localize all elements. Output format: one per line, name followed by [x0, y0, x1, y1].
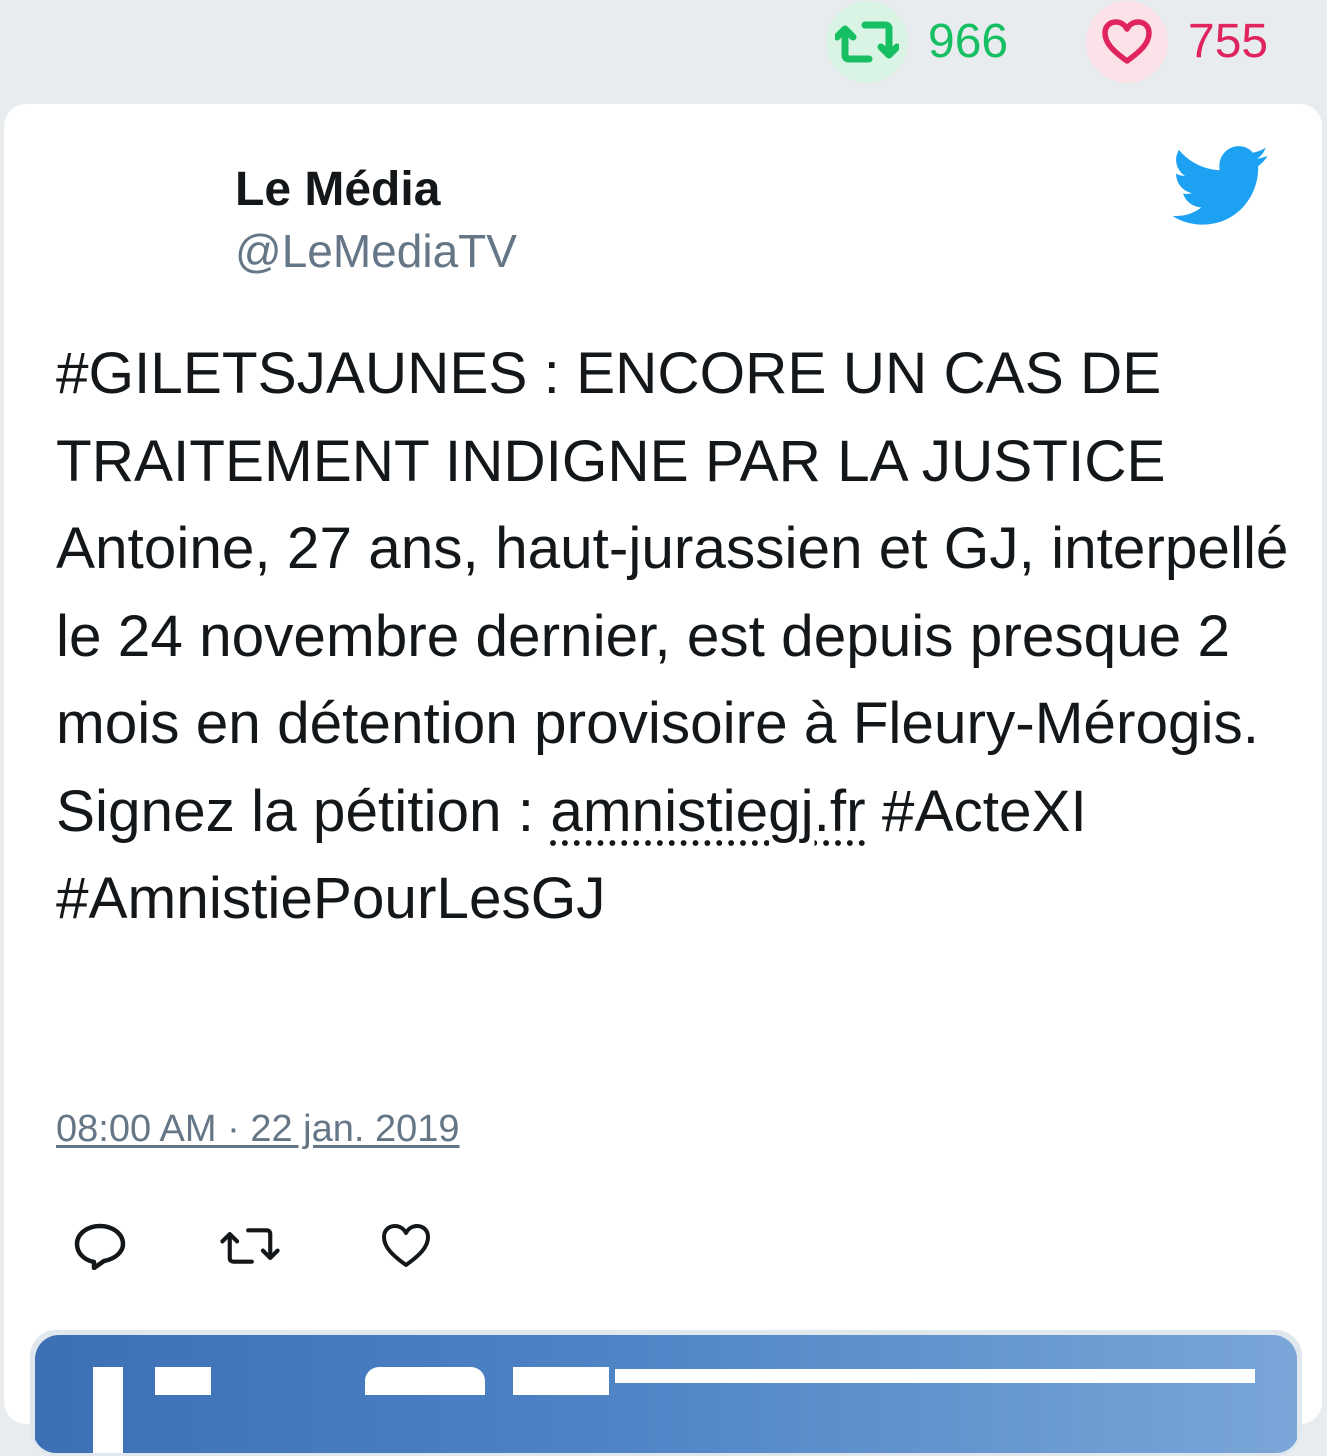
author-name[interactable]: Le Média	[235, 163, 440, 217]
retweet-count: 966	[928, 15, 1009, 68]
twitter-bird-icon[interactable]	[1172, 146, 1270, 228]
like-button[interactable]	[374, 1214, 438, 1278]
retweet-count-stat[interactable]: 966	[826, 0, 1008, 84]
heart-icon	[382, 1224, 430, 1267]
tweet-link[interactable]: amnistiegj.fr	[550, 779, 865, 844]
heart-icon	[1086, 1, 1168, 83]
engagement-stats: 966 755	[0, 0, 1327, 100]
author-handle[interactable]: @LeMediaTV	[235, 226, 517, 277]
tweet-timestamp[interactable]: 08:00 AM · 22 jan. 2019	[56, 1108, 460, 1151]
reply-icon	[74, 1223, 126, 1270]
like-count: 755	[1188, 15, 1269, 68]
tweet-actions	[4, 1214, 604, 1294]
tweet-card: Le Média @LeMediaTV #GILETSJAUNES : ENCO…	[4, 104, 1322, 1456]
media-preview[interactable]	[30, 1330, 1302, 1456]
media-preview-image	[35, 1335, 1297, 1453]
tweet-text: #GILETSJAUNES : ENCORE UN CAS DE TRAITEM…	[56, 330, 1296, 943]
reply-button[interactable]	[68, 1214, 132, 1278]
like-count-stat[interactable]: 755	[1086, 0, 1268, 84]
retweet-icon	[826, 1, 908, 83]
tweet-text-body: #GILETSJAUNES : ENCORE UN CAS DE TRAITEM…	[56, 341, 1289, 844]
retweet-button[interactable]	[218, 1214, 282, 1278]
retweet-icon	[220, 1228, 280, 1264]
